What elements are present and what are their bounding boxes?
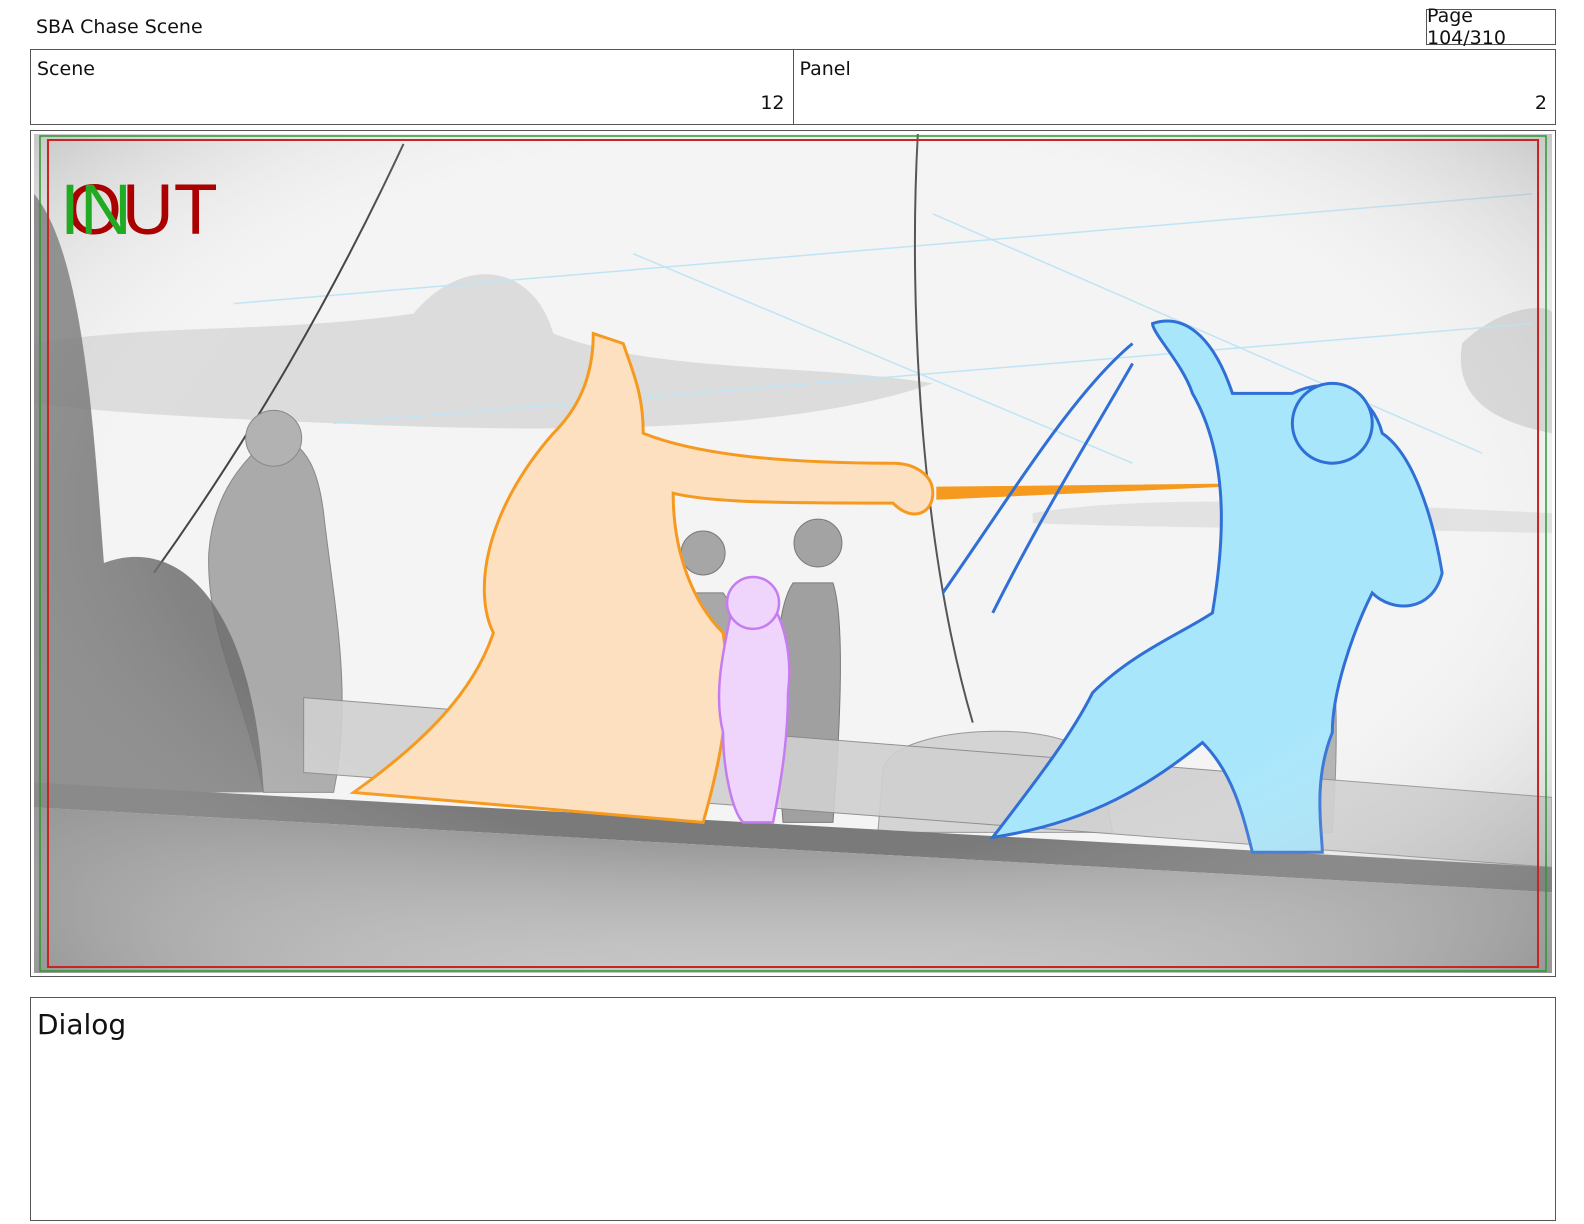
document-title: SBA Chase Scene xyxy=(36,16,203,38)
dialog-label: Dialog xyxy=(37,1008,127,1041)
scene-panel-header: Scene 12 Panel 2 xyxy=(30,49,1556,125)
panel-number: 2 xyxy=(1534,92,1547,114)
dialog-box: Dialog xyxy=(30,997,1556,1221)
panel-label: Panel xyxy=(799,58,851,80)
storyboard-panel: OUT IN xyxy=(30,130,1556,977)
panel-cell: Panel 2 xyxy=(792,50,1556,124)
scene-number: 12 xyxy=(760,92,785,114)
in-marker: IN xyxy=(60,170,132,250)
page-number-box: Page 104/310 xyxy=(1426,5,1556,49)
storyboard-drawing: OUT IN xyxy=(34,134,1552,973)
scene-cell: Scene 12 xyxy=(31,50,793,124)
vignette-overlay xyxy=(34,134,1552,973)
scene-label: Scene xyxy=(37,58,95,80)
